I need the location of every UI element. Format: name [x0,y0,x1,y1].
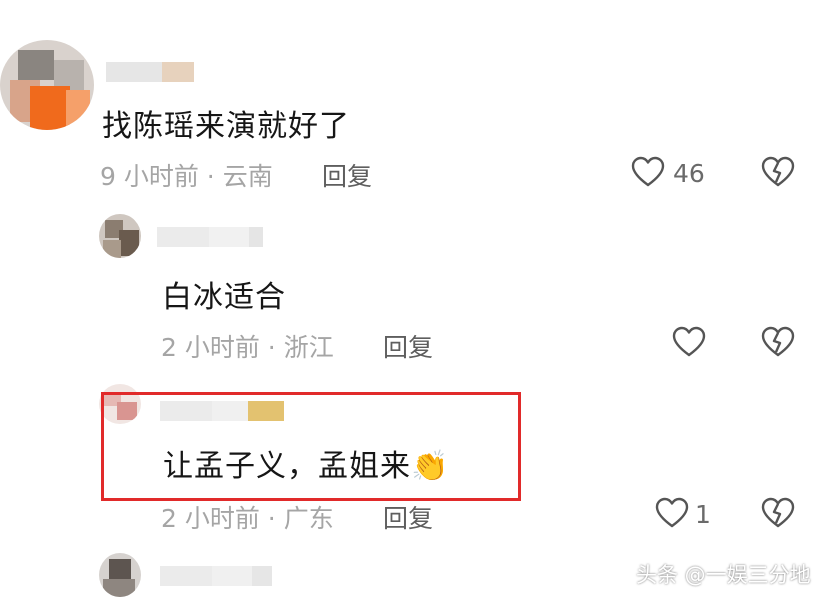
comment-text: 白冰适合 [162,280,286,315]
comment-text: 让孟子义，孟姐来👏 [163,441,449,485]
reply-button[interactable]: 回复 [383,328,433,364]
username-blurred[interactable] [157,227,263,247]
clapping-hands-emoji: 👏 [411,449,450,484]
heart-outline-icon[interactable] [631,156,665,188]
reply-button[interactable]: 回复 [383,499,433,535]
comment-meta: 9 小时前 · 云南 [100,162,273,191]
like-count: 1 [695,500,711,529]
heart-outline-icon[interactable] [655,497,689,529]
avatar[interactable] [0,40,94,130]
like-count: 46 [673,159,705,188]
username-blurred[interactable] [160,566,272,586]
reply-button[interactable]: 回复 [322,157,372,193]
heart-outline-icon[interactable] [672,326,706,358]
broken-heart-icon[interactable] [761,497,795,529]
avatar[interactable] [99,553,141,597]
username-blurred[interactable] [106,62,194,82]
comment-meta: 2 小时前 · 广东 [161,504,334,533]
comment-meta: 2 小时前 · 浙江 [161,333,334,362]
username-blurred[interactable] [160,401,284,421]
comment-text: 找陈瑶来演就好了 [102,109,350,144]
broken-heart-icon[interactable] [761,156,795,188]
watermark: 头条 @一娱三分地 [636,563,811,587]
comment-text-content: 让孟子义，孟姐来 [163,449,411,484]
broken-heart-icon[interactable] [761,326,795,358]
avatar[interactable] [99,214,141,258]
